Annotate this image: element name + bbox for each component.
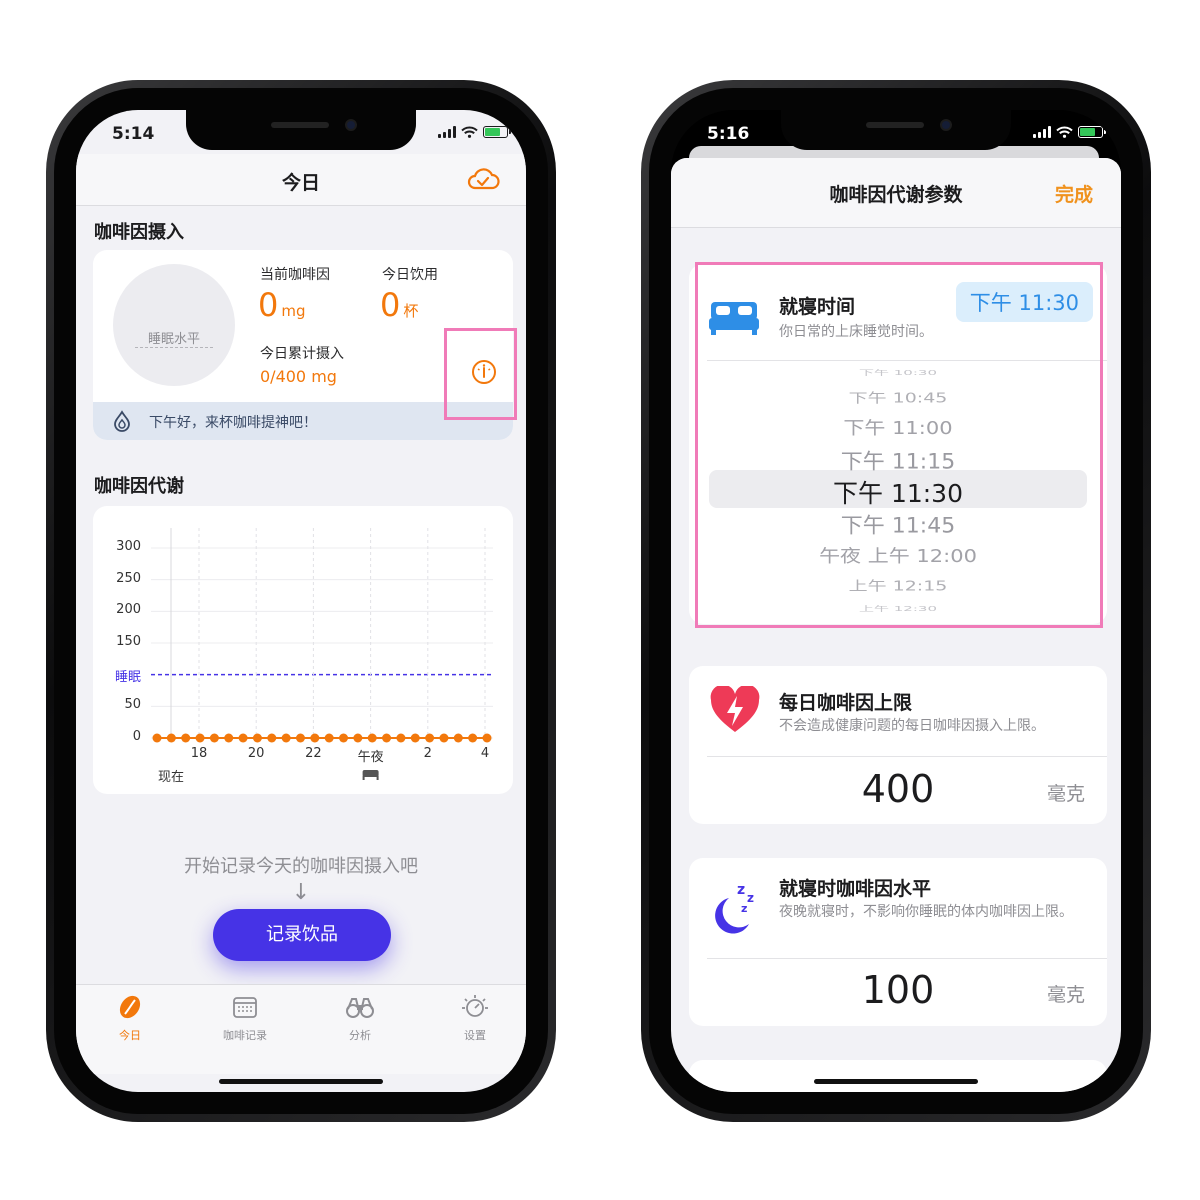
status-time: 5:14: [112, 124, 155, 144]
tab-today[interactable]: 今日: [90, 993, 170, 1043]
daily-limit-subtitle: 不会造成健康问题的每日咖啡因摄入上限。: [779, 718, 1045, 734]
empty-hint: 开始记录今天的咖啡因摄入吧: [184, 856, 418, 877]
tab-analysis[interactable]: 分析: [320, 993, 400, 1043]
x-tick-label: 18: [190, 746, 208, 761]
flame-drop-icon: [114, 410, 130, 432]
settings-screen: 5:16 咖啡因代谢参数 完成 就寝时间 你日常的上床睡觉时间。 下午 11:3…: [671, 110, 1121, 1092]
bedtime-level-title: 就寝时咖啡因水平: [779, 878, 932, 900]
phone-left: 5:14 今日 咖啡因摄入 睡眠水平 当前咖啡因 0 mg 今日饮用 0 杯 今…: [46, 80, 556, 1122]
sleep-level-line: [135, 347, 213, 348]
sleep-level-label: 睡眠水平: [147, 332, 200, 347]
signal-icon: [1033, 126, 1051, 138]
highlight-bedtime-box: [695, 262, 1103, 628]
daily-limit-unit: 毫克: [1046, 783, 1085, 805]
x-tick-label: 20: [247, 746, 265, 761]
binoculars-icon: [346, 998, 374, 1018]
highlight-gauge-box: [444, 328, 517, 420]
total-intake-label: 今日累计摄入: [260, 346, 344, 362]
nav-bar: 今日: [76, 154, 526, 206]
battery-icon: [1078, 126, 1106, 138]
cloud-sync-icon[interactable]: [466, 166, 500, 192]
next-card-peek: [689, 1060, 1107, 1092]
current-caffeine-label: 当前咖啡因: [260, 267, 330, 283]
gear-icon: [462, 995, 488, 1017]
tab-bar: 今日 咖啡记录 分析 设置: [76, 984, 526, 1074]
calendar-icon: [233, 997, 257, 1018]
y-tick-label: 250: [116, 570, 141, 586]
daily-limit-value-field[interactable]: 400: [689, 767, 1107, 811]
sheet-nav-bar: 咖啡因代谢参数 完成: [671, 158, 1121, 228]
notch: [186, 110, 416, 150]
today-screen: 5:14 今日 咖啡因摄入 睡眠水平 当前咖啡因 0 mg 今日饮用 0 杯 今…: [76, 110, 526, 1092]
page-title: 今日: [281, 172, 320, 194]
svg-text:z: z: [747, 891, 754, 905]
svg-text:z: z: [741, 902, 747, 915]
home-indicator: [814, 1079, 978, 1084]
moon-zzz-icon: z z z: [715, 882, 754, 934]
home-indicator: [219, 1079, 383, 1084]
x-tick-label: 22: [305, 746, 322, 761]
intake-section-title: 咖啡因摄入: [94, 222, 184, 243]
battery-icon: [483, 126, 511, 138]
sleep-level-ring: 睡眠水平: [113, 264, 235, 386]
bedtime-level-subtitle: 夜晚就寝时，不影响你睡眠的体内咖啡因上限。: [779, 904, 1073, 920]
bedtime-level-unit: 毫克: [1046, 984, 1085, 1006]
metabolism-section-title: 咖啡因代谢: [94, 476, 184, 497]
down-arrow-icon: ↓: [291, 880, 311, 905]
chart-tick-labels: 300 250 200 150 50 0 睡眠 18 20 22 午夜 2 4 现在: [93, 506, 513, 794]
svg-text:z: z: [737, 882, 745, 898]
sleep-line-label: 睡眠: [114, 669, 141, 685]
y-tick-label: 0: [132, 729, 141, 744]
today-drinks-label: 今日饮用: [382, 267, 438, 283]
record-drink-button[interactable]: 记录饮品: [213, 909, 391, 961]
done-button[interactable]: 完成: [1055, 180, 1093, 207]
sheet-title: 咖啡因代谢参数: [829, 184, 963, 206]
y-tick-label: 150: [116, 634, 141, 649]
metabolism-chart: 300 250 200 150 50 0 睡眠 18 20 22 午夜 2 4 现在: [93, 506, 513, 794]
wifi-icon: [461, 126, 478, 138]
total-intake-value: 0/400 mg: [260, 367, 337, 386]
x-tick-label: 午夜: [357, 750, 384, 765]
coffee-bean-icon: [119, 995, 141, 1019]
tab-coffee-log[interactable]: 咖啡记录: [205, 993, 285, 1043]
daily-limit-title: 每日咖啡因上限: [779, 692, 913, 714]
y-tick-label: 200: [116, 602, 141, 618]
signal-icon: [438, 126, 456, 138]
wifi-icon: [1056, 126, 1073, 138]
notch: [781, 110, 1011, 150]
y-tick-label: 50: [124, 697, 141, 713]
today-drinks-value: 0杯: [380, 286, 419, 324]
greeting-text: 下午好，来杯咖啡提神吧！: [149, 415, 317, 431]
bedtime-level-card: z z z 就寝时咖啡因水平 夜晚就寝时，不影响你睡眠的体内咖啡因上限。 100…: [689, 858, 1107, 1026]
x-tick-label: 2: [423, 746, 432, 761]
bedtime-level-value-field[interactable]: 100: [689, 968, 1107, 1012]
status-time: 5:16: [707, 124, 750, 144]
daily-limit-card: 每日咖啡因上限 不会造成健康问题的每日咖啡因摄入上限。 400 毫克: [689, 666, 1107, 824]
phone-right: 5:16 咖啡因代谢参数 完成 就寝时间 你日常的上床睡觉时间。 下午 11:3…: [641, 80, 1151, 1122]
y-tick-label: 300: [116, 539, 141, 554]
now-label: 现在: [157, 770, 184, 785]
x-tick-label: 4: [480, 746, 490, 761]
metabolism-params-sheet: 咖啡因代谢参数 完成 就寝时间 你日常的上床睡觉时间。 下午 11:30 下午 …: [671, 158, 1121, 1092]
heart-bolt-icon: [710, 686, 760, 732]
tab-settings[interactable]: 设置: [435, 993, 515, 1043]
current-caffeine-value: 0 mg: [258, 286, 306, 324]
